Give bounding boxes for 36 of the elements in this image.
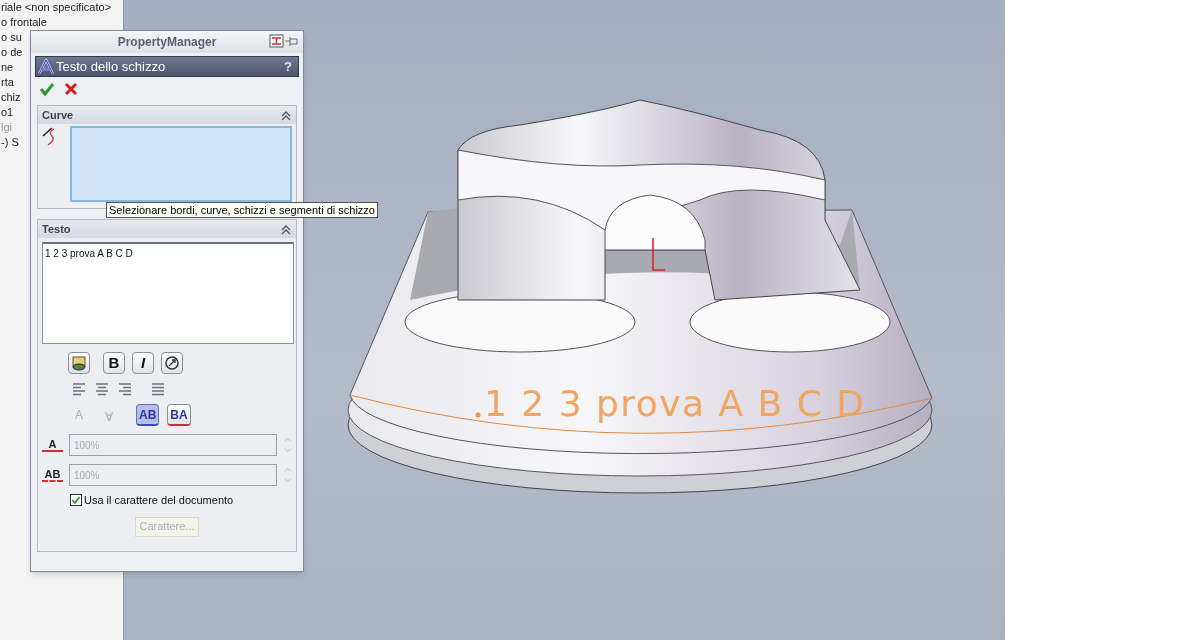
panel-title: Testo dello schizzo [56,57,167,76]
bold-button[interactable]: B [103,352,125,374]
text-a-icon [38,58,54,75]
tree-item[interactable]: chiz [0,90,21,105]
checkbox[interactable] [70,494,82,507]
engraved-model-text: 1 2 3 prova A B C D [484,383,864,424]
document-link-icon [71,355,87,371]
pin-icon[interactable] [269,34,299,49]
rotate-button[interactable] [161,352,183,374]
tree-item[interactable]: o de [0,45,23,60]
align-left-icon[interactable] [72,382,86,396]
text-direction-button[interactable]: BA [167,404,191,426]
rotate-icon [164,355,180,371]
section-title: Curve [42,107,75,123]
section-title: Testo [42,221,72,237]
link-to-property-button[interactable] [68,352,90,374]
text-direction-button[interactable]: AB [136,404,160,426]
tree-item[interactable]: ne [0,60,14,75]
tree-item[interactable]: riale <non specificato> [0,0,112,15]
tree-item[interactable]: o su [0,30,22,45]
text-input-field[interactable]: 1 2 3 prova A B C D [42,242,294,344]
tree-item[interactable]: rta [0,75,14,90]
selection-list-field[interactable] [69,126,292,202]
cancel-x-icon[interactable] [63,81,79,97]
align-right-icon[interactable] [118,382,132,396]
tooltip: Selezionare bordi, curve, schizzi e segmenti di schizzo [106,202,378,218]
tree-item[interactable]: o frontale [0,15,47,30]
help-button[interactable]: ? [284,56,296,77]
italic-button[interactable]: I [132,352,154,374]
ok-checkmark-icon[interactable] [39,81,55,97]
align-justify-icon[interactable] [151,382,165,396]
checkbox-label: Usa il carattere del documento [84,493,234,508]
align-center-icon[interactable] [95,382,109,396]
window-title: PropertyManager [117,34,217,51]
tree-item[interactable]: o1 [0,105,14,120]
tree-item[interactable]: -) S [0,135,19,150]
